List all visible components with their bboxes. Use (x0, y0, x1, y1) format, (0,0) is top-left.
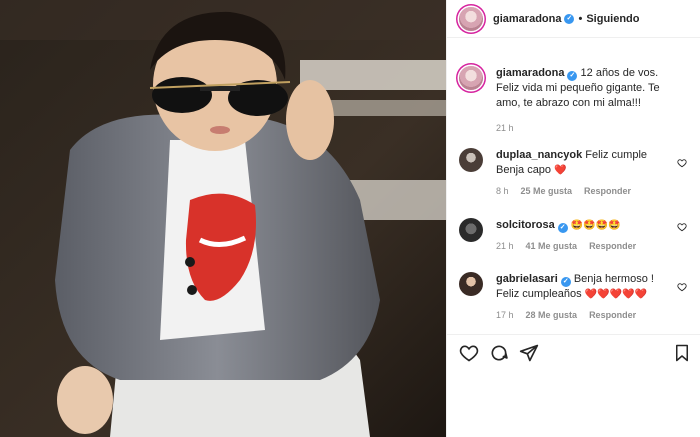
star-struck-emoji: 🤩🤩🤩🤩 (570, 220, 621, 231)
commenter-avatar[interactable] (459, 218, 483, 242)
verified-badge-icon: ✓ (567, 71, 578, 81)
share-icon[interactable] (519, 343, 539, 363)
author-avatar[interactable] (459, 6, 483, 31)
post-header: giamaradona ✓ • Siguiendo (447, 0, 700, 38)
post-side-panel: giamaradona ✓ • Siguiendo giamaradona ✓ 1… (446, 0, 700, 437)
comment-username[interactable]: gabrielasari (496, 273, 558, 285)
post-time[interactable]: 21 h (496, 123, 514, 133)
like-comment-heart-icon[interactable] (677, 222, 687, 232)
post-actions-bar (447, 334, 700, 370)
comment-item: duplaa_nancyok Feliz cumple Benja capo ❤… (459, 148, 691, 196)
like-comment-heart-icon[interactable] (677, 158, 687, 168)
comment-likes[interactable]: 25 Me gusta (521, 186, 573, 196)
child-portrait-image (0, 0, 446, 437)
comment-username[interactable]: solcitorosa (496, 219, 555, 231)
separator-dot: • (578, 12, 583, 25)
reply-button[interactable]: Responder (584, 186, 631, 196)
comment-time[interactable]: 8 h (496, 186, 509, 196)
author-username[interactable]: giamaradona (493, 13, 561, 25)
comment-time[interactable]: 21 h (496, 241, 514, 251)
heart-emoji: ❤️ (554, 165, 567, 176)
comments-scroll-area[interactable]: giamaradona ✓ 12 años de vos. Feliz vida … (447, 52, 700, 334)
commenter-avatar[interactable] (459, 148, 483, 172)
commenter-avatar[interactable] (459, 272, 483, 296)
heart-emoji: ❤️❤️❤️❤️❤️ (584, 289, 647, 300)
caption-author[interactable]: giamaradona (496, 67, 564, 79)
following-button[interactable]: Siguiendo (586, 13, 639, 25)
comment-username[interactable]: duplaa_nancyok (496, 149, 582, 161)
post-photo[interactable] (0, 0, 446, 437)
verified-badge-icon: ✓ (557, 223, 568, 233)
post-caption: giamaradona ✓ 12 años de vos. Feliz vida … (459, 66, 691, 133)
comment-likes[interactable]: 41 Me gusta (526, 241, 578, 251)
like-comment-heart-icon[interactable] (677, 282, 687, 292)
comment-item: gabrielasari ✓ Benja hermoso ! Feliz cump… (459, 272, 691, 320)
heart-icon[interactable] (459, 343, 479, 363)
bookmark-icon[interactable] (673, 343, 691, 363)
author-avatar-caption[interactable] (459, 66, 483, 90)
reply-button[interactable]: Responder (589, 241, 636, 251)
verified-badge-icon: ✓ (564, 13, 575, 24)
reply-button[interactable]: Responder (589, 310, 636, 320)
comment-time[interactable]: 17 h (496, 310, 514, 320)
comment-likes[interactable]: 28 Me gusta (526, 310, 578, 320)
comment-item: solcitorosa ✓ 🤩🤩🤩🤩 21 h 41 Me gusta Respo… (459, 218, 691, 251)
comment-icon[interactable] (489, 343, 509, 363)
verified-badge-icon: ✓ (560, 277, 571, 287)
